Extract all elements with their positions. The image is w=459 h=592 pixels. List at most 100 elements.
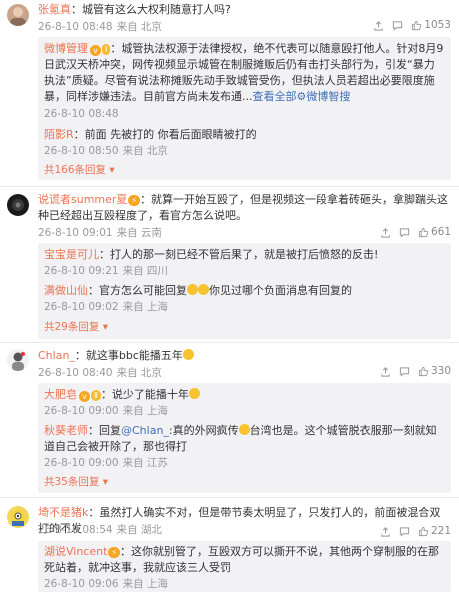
reply-username[interactable]: 满做山仙 (44, 284, 88, 297)
like-icon (418, 227, 429, 237)
comment-body: 张氪真：城管有这么大权利随意打人吗? (38, 2, 451, 18)
comment-source: 来自 北京 (116, 21, 162, 33)
reply-list: 宝宝是可儿：打人的那一刻已经不管后果了，就是被打后愤怒的反击! 26-8-10 … (38, 243, 451, 339)
level-badge: ⚡ (108, 547, 121, 558)
emoji (187, 284, 198, 295)
verified-icon: v (79, 391, 90, 402)
level-badge: ⚡ (128, 195, 141, 206)
more-replies-label: 共35条回复 (44, 476, 100, 488)
emoji (182, 349, 194, 360)
comment-username[interactable]: Chlan_ (38, 349, 75, 362)
divider (0, 186, 459, 187)
reply-text: ：前面 先被打的 你看后面眼睛被打的 (73, 128, 257, 141)
reply-text: :真的外网疯传 (168, 424, 239, 437)
comment-username[interactable]: 说谎者summer夏 (38, 193, 127, 206)
like-count: 661 (430, 226, 451, 238)
reply-text: ：官方怎么可能回复 (88, 284, 187, 297)
reply-text: 你见过哪个负面消息有回复的 (209, 284, 352, 297)
like-count: 330 (430, 365, 451, 377)
emoji (188, 388, 200, 399)
ai-search-icon: ⚙ (296, 90, 307, 103)
like-count: 1053 (424, 19, 451, 31)
verified-icon: v (90, 45, 101, 56)
comment-icon[interactable] (399, 526, 410, 537)
more-replies-link[interactable]: 共29条回复 ▾ (44, 319, 445, 335)
comment-body: Chlan_：就这事bbc能播五年 (38, 348, 451, 364)
comment-icon[interactable] (399, 227, 410, 238)
more-replies-label: 共29条回复 (44, 321, 100, 333)
mention-link[interactable]: @Chlan_ (121, 424, 169, 437)
chevron-down-icon: ▾ (99, 476, 108, 488)
more-replies-link[interactable]: 共166条回复 ▾ (44, 162, 445, 178)
emoji (238, 424, 250, 435)
reply-username[interactable]: 湖说Vincent (44, 545, 107, 558)
reply-item: 微博管理 v Ⅰ ：城管执法权源于法律授权，绝不代表可以随意殴打他人。针对8月9日武汉… (44, 41, 445, 105)
reply-list: 大肥皂 v Ⅱ ：说少了能播十年 26-8-10 09:00 来自 上海 秋葵老师：回复… (38, 383, 451, 493)
like-button[interactable]: 330 (418, 365, 451, 377)
reply-date: 26-8-10 08:50 (44, 145, 119, 157)
avatar[interactable] (7, 4, 29, 26)
comment-icon[interactable] (399, 366, 410, 377)
reply-source: 来自 江苏 (122, 457, 168, 469)
comment-actions: 221 (380, 525, 451, 537)
comment-thread-2: 说谎者summer夏 ⚡ ：就算一开始互殴了，但是视频这一段拿着砖砸头，拿脚踹头这种… (0, 190, 459, 340)
like-icon (412, 20, 422, 30)
reply-username[interactable]: 大肥皂 (44, 388, 77, 401)
comment-text: ：城管有这么大权利随意打人吗? (71, 3, 231, 16)
reply-item: 大肥皂 v Ⅱ ：说少了能播十年 (44, 387, 445, 403)
reply-item: 满做山仙：官方怎么可能回复 你见过哪个负面消息有回复的 (44, 283, 445, 299)
comment-actions: 1053 (373, 19, 451, 31)
like-button[interactable]: 1053 (411, 19, 451, 31)
like-icon (418, 366, 429, 376)
more-replies-link[interactable]: 共35条回复 ▾ (44, 474, 445, 490)
like-button[interactable]: 661 (418, 226, 451, 238)
reply-username[interactable]: 陌影R (44, 128, 74, 141)
reply-username[interactable]: 微博管理 (44, 42, 88, 55)
comment-actions: 330 (380, 365, 451, 377)
divider (0, 497, 459, 498)
reply-item: 宝宝是可儿：打人的那一刻已经不管后果了，就是被打后愤怒的反击! (44, 247, 445, 263)
comment-source: 来自 云南 (116, 227, 162, 239)
like-button[interactable]: 221 (418, 525, 451, 537)
reply-source: 来自 上海 (122, 301, 168, 313)
reply-meta: 26-8-10 09:06 来自 上海 (44, 576, 445, 592)
comment-username[interactable]: 埼不是猪k (38, 506, 88, 519)
share-icon[interactable] (380, 227, 391, 238)
comment-body: 说谎者summer夏 ⚡ ：就算一开始互殴了，但是视频这一段拿着砖砸头，拿脚踹头这种… (38, 192, 449, 224)
reply-meta: 26-8-10 09:00 来自 上海 (44, 403, 445, 419)
reply-item: 陌影R：前面 先被打的 你看后面眼睛被打的 (44, 127, 445, 143)
share-icon[interactable] (380, 366, 391, 377)
reply-date: 26-8-10 09:02 (44, 301, 119, 313)
reply-meta: 26-8-10 09:00 来自 江苏 (44, 455, 445, 471)
share-icon[interactable] (380, 526, 391, 537)
avatar[interactable] (7, 194, 29, 216)
reply-date: 26-8-10 09:06 (44, 578, 119, 590)
reply-username[interactable]: 秋葵老师 (44, 424, 88, 437)
reply-date: 26-8-10 09:21 (44, 265, 119, 277)
view-all-link[interactable]: 查看全部 (253, 90, 297, 103)
comment-username[interactable]: 张氪真 (38, 3, 71, 16)
comment-thread-4: 埼不是猪k：虽然打人确实不对，但是带节奏太明显了，只发打人的，前面被混合双打的不… (0, 501, 459, 592)
like-icon (418, 526, 429, 536)
reply-meta: 26-8-10 09:02 来自 上海 (44, 299, 445, 315)
share-icon[interactable] (373, 20, 384, 31)
avatar[interactable] (7, 506, 29, 528)
reply-list: 微博管理 v Ⅰ ：城管执法权源于法律授权，绝不代表可以随意殴打他人。针对8月9日武汉… (38, 37, 451, 180)
comment-date: 26-8-10 08:54 (38, 524, 113, 536)
reply-date: 26-8-10 08:48 (44, 108, 119, 120)
reply-source: 来自 四川 (122, 265, 168, 277)
avatar[interactable] (7, 349, 29, 371)
comment-text: ：就这事bbc能播五年 (74, 349, 183, 362)
reply-item: 秋葵老师：回复@Chlan_:真的外网疯传 台湾也是。这个城管脱衣服那一刻就知道自… (44, 423, 445, 455)
reply-item: 湖说Vincent ⚡ ：这你就别管了，互殴双方可以撕开不说，其他两个穿制服的在那死… (44, 544, 445, 576)
comment-thread-1: 张氪真：城管有这么大权利随意打人吗? 26-8-10 08:48 来自 北京 10… (0, 0, 459, 182)
reply-meta: 26-8-10 08:48 (44, 106, 445, 122)
comment-source: 来自 湖北 (116, 524, 162, 536)
reply-date: 26-8-10 09:00 (44, 457, 119, 469)
ai-search-link[interactable]: 微博智搜 (306, 90, 350, 103)
comment-source: 来自 北京 (116, 367, 162, 379)
reply-username[interactable]: 宝宝是可儿 (44, 248, 99, 261)
reply-date: 26-8-10 09:00 (44, 405, 119, 417)
reply-source: 来自 北京 (122, 145, 168, 157)
comment-icon[interactable] (392, 20, 403, 31)
